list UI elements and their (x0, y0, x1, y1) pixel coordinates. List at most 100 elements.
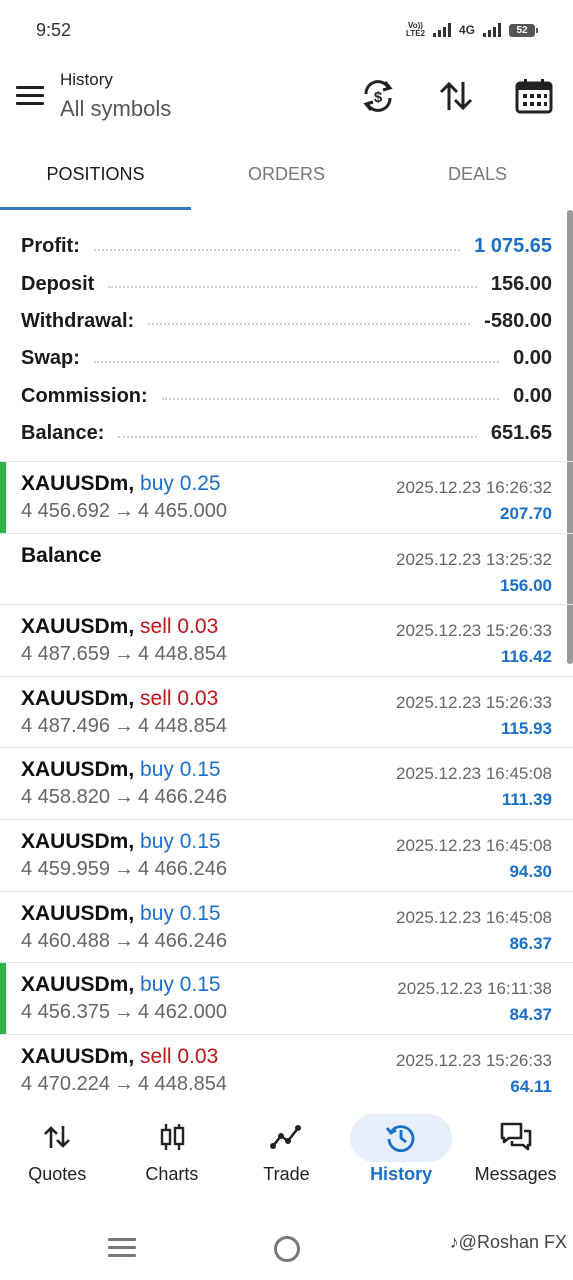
deal-symbol: XAUUSDm, (21, 615, 135, 639)
dotted-leader (118, 430, 477, 438)
deal-symbol: XAUUSDm, (21, 829, 135, 853)
home-icon[interactable] (274, 1236, 300, 1262)
deal-open-price: 4 487.496 (21, 714, 110, 737)
deals-list: XAUUSDm, buy 0.25 4 456.692 → 4 465.000 2025… (0, 461, 573, 1092)
deal-close-price: 4 462.000 (137, 1001, 227, 1024)
nav-quotes[interactable]: Quotes (0, 1100, 115, 1200)
deal-time: 2025.12.23 16:26:32 (396, 478, 552, 497)
deal-side: sell 0.03 (140, 686, 219, 710)
deal-prices: 4 470.224 → 4 448.854 (21, 1073, 227, 1092)
summary-label: Balance: (21, 422, 105, 445)
dotted-leader (93, 243, 461, 251)
deal-row[interactable]: XAUUSDm, buy 0.15 4 459.959 → 4 466.246 2025… (0, 818, 573, 891)
nav-history[interactable]: History (344, 1100, 459, 1200)
deal-row[interactable]: XAUUSDm, buy 0.15 4 456.375 → 4 462.000 2025… (0, 962, 573, 1035)
history-content[interactable]: Profit: 1 075.65 Deposit 156.00 Withdraw… (0, 210, 573, 1092)
currency-exchange-icon[interactable]: $ (358, 76, 398, 116)
arrow-right-icon: → (113, 714, 134, 737)
system-nav-bar: ♪@Roshan FX (0, 1210, 573, 1280)
calendar-icon[interactable] (514, 76, 554, 116)
deal-side: sell 0.03 (140, 1044, 219, 1068)
deal-close-price: 4 466.246 (137, 786, 227, 809)
nav-charts[interactable]: Charts (115, 1100, 230, 1200)
deal-row[interactable]: XAUUSDm, buy 0.15 4 460.488 → 4 466.246 2025… (0, 890, 573, 963)
network-type: 4G (458, 23, 475, 37)
deal-time: 2025.12.23 16:11:38 (397, 979, 552, 999)
deal-close-price: 4 465.000 (137, 500, 227, 522)
nav-label: History (370, 1164, 433, 1184)
deal-profit: 115.93 (500, 718, 552, 738)
deal-symbol: XAUUSDm, (21, 758, 135, 782)
deal-profit: 116.42 (500, 647, 552, 667)
sort-icon[interactable] (436, 76, 476, 116)
deal-prices: 4 487.659 → 4 448.854 (21, 643, 227, 666)
arrow-right-icon: → (113, 1072, 134, 1092)
bottom-nav: Quotes Charts Trade History Messages (0, 1100, 573, 1200)
deal-profit: 84.37 (509, 1005, 552, 1025)
quotes-arrows-icon (44, 1126, 71, 1148)
deal-open-price: 4 456.375 (21, 1001, 110, 1024)
svg-text:$: $ (374, 89, 383, 106)
deal-row[interactable]: Balance 2025.12.23 13:25:32 156.00 (0, 532, 573, 605)
deal-symbol-line: XAUUSDm, buy 0.15 (21, 758, 221, 782)
deal-side: buy 0.15 (140, 901, 221, 925)
deal-prices: 4 460.488 → 4 466.246 (21, 930, 227, 953)
deal-profit: 94.30 (509, 861, 552, 881)
deal-symbol-line: XAUUSDm, buy 0.15 (21, 973, 221, 997)
nav-messages[interactable]: Messages (458, 1100, 573, 1200)
deal-highlight-bar (0, 963, 6, 1035)
nav-label: Charts (145, 1164, 199, 1184)
deal-side: buy 0.25 (140, 472, 221, 495)
recent-apps-icon[interactable] (108, 1238, 136, 1258)
deal-open-price: 4 460.488 (21, 929, 110, 952)
deal-prices: 4 459.959 → 4 466.246 (21, 858, 227, 881)
tab-deals[interactable]: DEALS (382, 150, 573, 210)
deal-row[interactable]: XAUUSDm, sell 0.03 4 487.659 → 4 448.854 202… (0, 604, 573, 676)
deal-symbol-line: XAUUSDm, sell 0.03 (21, 615, 218, 639)
deal-row[interactable]: XAUUSDm, buy 0.25 4 456.692 → 4 465.000 2025… (0, 461, 573, 533)
deal-close-price: 4 448.854 (137, 643, 227, 666)
watermark-text: @Roshan FX (458, 1232, 567, 1252)
candlestick-icon (160, 1124, 185, 1150)
deal-row[interactable]: XAUUSDm, sell 0.03 4 470.224 → 4 448.854 202… (0, 1033, 573, 1092)
deal-symbol: XAUUSDm, (21, 686, 135, 710)
battery-icon: 52 (509, 23, 538, 37)
watermark: ♪@Roshan FX (450, 1232, 567, 1253)
summary-row-profit: Profit: 1 075.65 (21, 228, 552, 265)
deal-symbol-line: Balance (21, 544, 102, 568)
watermark-logo-icon: ♪ (449, 1232, 459, 1252)
menu-icon[interactable] (16, 86, 44, 106)
tab-orders[interactable]: ORDERS (191, 150, 382, 210)
deal-close-price: 4 448.854 (137, 714, 227, 737)
summary-row-commission: Commission: 0.00 (21, 378, 552, 415)
deal-side: sell 0.03 (140, 615, 219, 639)
deal-symbol: XAUUSDm, (21, 901, 135, 925)
deal-profit: 86.37 (509, 933, 552, 953)
signal-icon-2 (483, 23, 501, 37)
history-tabs: POSITIONS ORDERS DEALS (0, 150, 573, 210)
deal-prices: 4 456.692 → 4 465.000 (21, 500, 227, 523)
deal-side: buy 0.15 (140, 758, 221, 782)
deal-close-price: 4 466.246 (137, 929, 227, 952)
deal-symbol-line: XAUUSDm, buy 0.25 (21, 472, 221, 496)
tab-positions[interactable]: POSITIONS (0, 150, 191, 210)
deal-row[interactable]: XAUUSDm, buy 0.15 4 458.820 → 4 466.246 2025… (0, 747, 573, 819)
deal-open-price: 4 470.224 (21, 1072, 110, 1092)
arrow-right-icon: → (113, 643, 134, 666)
deal-symbol: XAUUSDm, (21, 973, 135, 997)
deal-open-price: 4 459.959 (21, 857, 110, 880)
deal-time: 2025.12.23 16:45:08 (396, 907, 552, 927)
symbol-filter[interactable]: All symbols (60, 96, 171, 122)
deal-time: 2025.12.23 13:25:32 (396, 549, 552, 569)
title-block: History All symbols (60, 70, 171, 122)
nav-trade[interactable]: Trade (229, 1100, 344, 1200)
app-header: History All symbols $ (0, 62, 573, 130)
deal-prices: 4 458.820 → 4 466.246 (21, 786, 227, 809)
deal-open-price: 4 458.820 (21, 786, 110, 809)
deal-row[interactable]: XAUUSDm, sell 0.03 4 487.496 → 4 448.854 202… (0, 675, 573, 748)
deal-prices: 4 456.375 → 4 462.000 (21, 1001, 227, 1024)
summary-label: Deposit (21, 272, 95, 295)
deal-open-price: 4 456.692 (21, 500, 110, 522)
deal-time: 2025.12.23 15:26:33 (396, 1050, 552, 1070)
dotted-leader (148, 317, 471, 326)
